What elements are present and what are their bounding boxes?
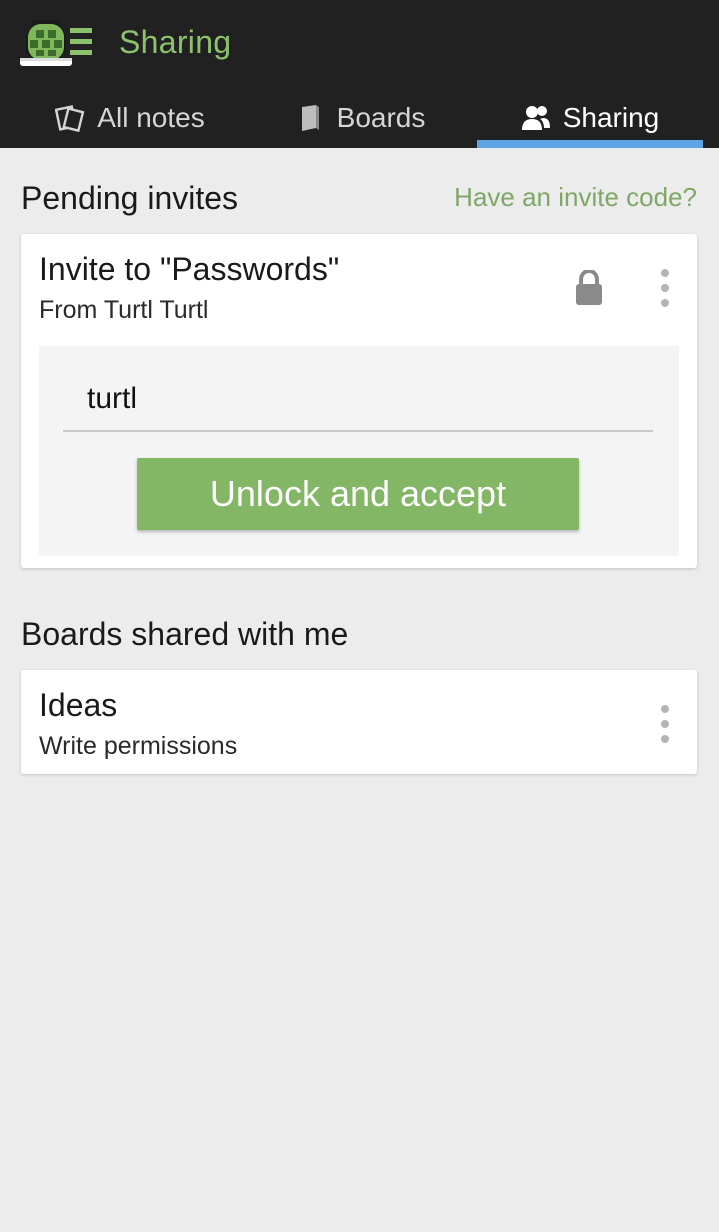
passphrase-input[interactable] bbox=[63, 368, 653, 432]
unlock-panel: Unlock and accept bbox=[39, 346, 679, 556]
page-title: Sharing bbox=[119, 24, 232, 60]
board-icon bbox=[301, 105, 319, 131]
unlock-and-accept-button[interactable]: Unlock and accept bbox=[137, 458, 579, 530]
app-header: Sharing All notes Boards Sharing bbox=[0, 0, 719, 148]
active-tab-indicator bbox=[477, 140, 703, 148]
invite-code-link[interactable]: Have an invite code? bbox=[454, 182, 697, 213]
shared-boards-heading: Boards shared with me bbox=[21, 616, 349, 652]
more-vert-icon[interactable] bbox=[659, 704, 671, 744]
pending-invites-heading: Pending invites bbox=[21, 180, 239, 216]
notes-icon bbox=[55, 105, 85, 133]
more-vert-icon[interactable] bbox=[659, 268, 671, 308]
lock-icon bbox=[576, 270, 602, 305]
tab-label: Boards bbox=[336, 102, 426, 133]
invite-from: From Turtl Turtl bbox=[39, 296, 209, 324]
board-title: Ideas bbox=[39, 687, 118, 723]
tab-sharing[interactable]: Sharing bbox=[477, 88, 703, 148]
board-permissions: Write permissions bbox=[39, 732, 238, 760]
tab-bar: All notes Boards Sharing bbox=[0, 88, 719, 148]
turtle-logo-icon[interactable] bbox=[14, 14, 94, 70]
people-icon bbox=[521, 106, 550, 130]
tab-label: Sharing bbox=[562, 102, 660, 133]
invite-card: Invite to "Passwords" From Turtl Turtl U… bbox=[21, 234, 697, 568]
tab-label: All notes bbox=[97, 102, 205, 133]
invite-title: Invite to "Passwords" bbox=[39, 251, 340, 287]
tab-all-notes[interactable]: All notes bbox=[22, 88, 238, 148]
shared-board-card[interactable]: Ideas Write permissions bbox=[21, 670, 697, 774]
tab-boards[interactable]: Boards bbox=[255, 88, 465, 148]
